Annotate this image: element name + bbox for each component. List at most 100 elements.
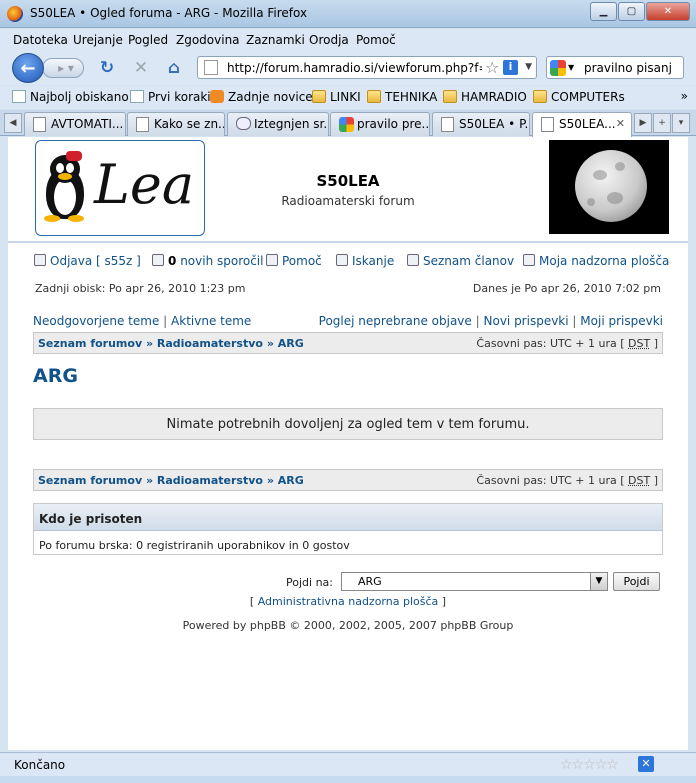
- minimize-button[interactable]: ▁: [590, 2, 617, 21]
- close-window-button[interactable]: ✕: [646, 2, 690, 21]
- jump-select[interactable]: ARG ▼: [341, 572, 608, 591]
- bookmarks-overflow-icon[interactable]: »: [681, 89, 688, 103]
- help-link[interactable]: Pomoč: [266, 254, 322, 268]
- rss-icon: [210, 90, 224, 103]
- search-text[interactable]: pravilno pisanj: [584, 61, 672, 75]
- tab-list-icon[interactable]: ▾: [672, 113, 690, 133]
- tab-kako-se[interactable]: Kako se zn...: [127, 112, 225, 136]
- bookmark-folder-hamradio[interactable]: HAMRADIO: [443, 90, 527, 104]
- bookmark-first-steps[interactable]: Prvi koraki: [130, 90, 211, 104]
- back-button[interactable]: ←: [12, 53, 44, 83]
- breadcrumb-category-link[interactable]: Radioamaterstvo: [157, 337, 263, 350]
- stop-icon[interactable]: ✕: [130, 57, 152, 79]
- phpbb-link[interactable]: phpBB: [250, 619, 286, 632]
- forward-button[interactable]: ▸ ▾: [42, 58, 84, 78]
- breadcrumb-forum-link[interactable]: ARG: [278, 337, 304, 350]
- breadcrumb-forum-link[interactable]: ARG: [278, 474, 304, 487]
- tab-label: S50LEA • P...: [459, 117, 530, 131]
- breadcrumb-forums-link[interactable]: Seznam forumov: [38, 474, 142, 487]
- dst-abbr: DST: [628, 474, 651, 487]
- breadcrumb-bottom: Seznam forumov » Radioamaterstvo » ARG Č…: [33, 469, 663, 491]
- forum-title[interactable]: ARG: [33, 365, 78, 387]
- bookmark-most-visited[interactable]: Najbolj obiskano: [12, 90, 129, 104]
- timezone-bracket: ]: [653, 474, 658, 487]
- unread-posts-link[interactable]: Poglej neprebrane objave: [319, 314, 472, 328]
- rating-stars-icon[interactable]: ☆☆☆☆☆: [560, 757, 619, 773]
- chevron-down-icon[interactable]: ▼: [590, 573, 607, 590]
- unanswered-topics-link[interactable]: Neodgovorjene teme: [33, 314, 159, 328]
- reload-icon[interactable]: ↻: [96, 57, 118, 79]
- private-messages-link[interactable]: 0 novih sporočil: [152, 254, 263, 268]
- close-tab-icon[interactable]: ✕: [616, 117, 625, 130]
- home-icon[interactable]: ⌂: [163, 57, 185, 79]
- search-links-left: Neodgovorjene teme | Aktivne teme: [33, 314, 251, 328]
- timezone-info: Časovni pas: UTC + 1 ura [ DST ]: [476, 474, 658, 487]
- active-topics-link[interactable]: Aktivne teme: [171, 314, 251, 328]
- pm-label: novih sporočil: [180, 254, 264, 268]
- bookmarks-toolbar: Najbolj obiskano Prvi koraki Zadnje novi…: [0, 86, 696, 109]
- timezone-label: Časovni pas: UTC + 1 ura [: [476, 337, 625, 350]
- tab-iztegnjen[interactable]: Iztegnjen sr...: [227, 112, 329, 136]
- bookmark-folder-linki[interactable]: LINKI: [312, 90, 361, 104]
- breadcrumb-forums-link[interactable]: Seznam forumov: [38, 337, 142, 350]
- google-icon[interactable]: [550, 60, 566, 76]
- folder-icon: [443, 90, 457, 103]
- url-bar[interactable]: http://forum.hamradio.si/viewforum.php?f…: [197, 56, 537, 79]
- bracket: [: [249, 595, 255, 608]
- who-is-online: Kdo je prisoten Po forumu brska: 0 regis…: [33, 503, 663, 555]
- search-engine-dropdown-icon[interactable]: ▼: [568, 63, 574, 72]
- new-posts-link[interactable]: Novi prispevki: [484, 314, 569, 328]
- jump-selected: ARG: [358, 575, 382, 588]
- page-content: Lea S50LEA Radioamaterski forum Odjava […: [8, 137, 688, 750]
- new-tab-icon[interactable]: +: [653, 113, 671, 133]
- members-link[interactable]: Seznam članov: [407, 254, 514, 268]
- members-icon: [407, 254, 419, 266]
- separator: |: [475, 314, 480, 328]
- user-icon: [523, 254, 535, 266]
- tab-s50lea-active[interactable]: S50LEA... ✕: [532, 112, 632, 137]
- menu-datoteka[interactable]: Datoteka: [13, 33, 68, 47]
- tab-label: pravilo pre...: [357, 117, 430, 131]
- info-icon[interactable]: i: [503, 60, 518, 75]
- tab-scroll-left-icon[interactable]: ◀: [4, 113, 22, 133]
- user-links: Odjava [ s55z ] 0 novih sporočil Pomoč I…: [34, 254, 669, 272]
- help-icon: [266, 254, 278, 266]
- menu-pomoc[interactable]: Pomoč: [356, 33, 396, 47]
- bookmark-label: LINKI: [330, 90, 361, 104]
- menu-zaznamki[interactable]: Zaznamki: [246, 33, 305, 47]
- own-posts-link[interactable]: Moji prispevki: [580, 314, 663, 328]
- addon-icon[interactable]: ✕: [638, 756, 654, 772]
- maximize-button[interactable]: ▢: [618, 2, 645, 21]
- bookmark-folder-tehnika[interactable]: TEHNIKA: [367, 90, 437, 104]
- page-icon: [541, 117, 554, 132]
- url-text[interactable]: http://forum.hamradio.si/viewforum.php?f…: [227, 61, 482, 75]
- bracket: ]: [441, 595, 447, 608]
- pm-count: 0: [168, 254, 177, 268]
- menu-orodja[interactable]: Orodja: [309, 33, 349, 47]
- tab-scroll-right-icon[interactable]: ▶: [634, 113, 652, 133]
- bookmark-latest-news[interactable]: Zadnje novice: [210, 90, 313, 104]
- current-time: Danes je Po apr 26, 2010 7:02 pm: [472, 282, 661, 295]
- tab-label: Iztegnjen sr...: [254, 117, 329, 131]
- ucp-link[interactable]: Moja nadzorna plošča: [523, 254, 669, 268]
- bookmark-star-icon[interactable]: ☆: [485, 58, 499, 77]
- url-dropdown-icon[interactable]: ▼: [525, 62, 532, 72]
- tab-s50lea-1[interactable]: S50LEA • P...: [432, 112, 530, 136]
- menu-zgodovina[interactable]: Zgodovina: [176, 33, 240, 47]
- help-label: Pomoč: [282, 254, 322, 268]
- members-label: Seznam članov: [423, 254, 515, 268]
- menu-pogled[interactable]: Pogled: [128, 33, 168, 47]
- bookmark-folder-computers[interactable]: COMPUTERs: [533, 90, 625, 104]
- search-icon: [336, 254, 348, 266]
- tab-avtomati[interactable]: AVTOMATI...: [24, 112, 126, 136]
- logout-link[interactable]: Odjava [ s55z ]: [34, 254, 141, 268]
- ucp-label: Moja nadzorna plošča: [539, 254, 670, 268]
- jump-button[interactable]: Pojdi: [613, 572, 660, 591]
- bookmark-label: HAMRADIO: [461, 90, 527, 104]
- search-bar[interactable]: ▼ pravilno pisanj: [546, 56, 684, 79]
- breadcrumb-category-link[interactable]: Radioamaterstvo: [157, 474, 263, 487]
- search-link[interactable]: Iskanje: [336, 254, 394, 268]
- menu-urejanje[interactable]: Urejanje: [73, 33, 123, 47]
- admin-panel-link[interactable]: Administrativna nadzorna plošča: [258, 595, 439, 608]
- tab-pravilo[interactable]: pravilo pre...: [330, 112, 430, 136]
